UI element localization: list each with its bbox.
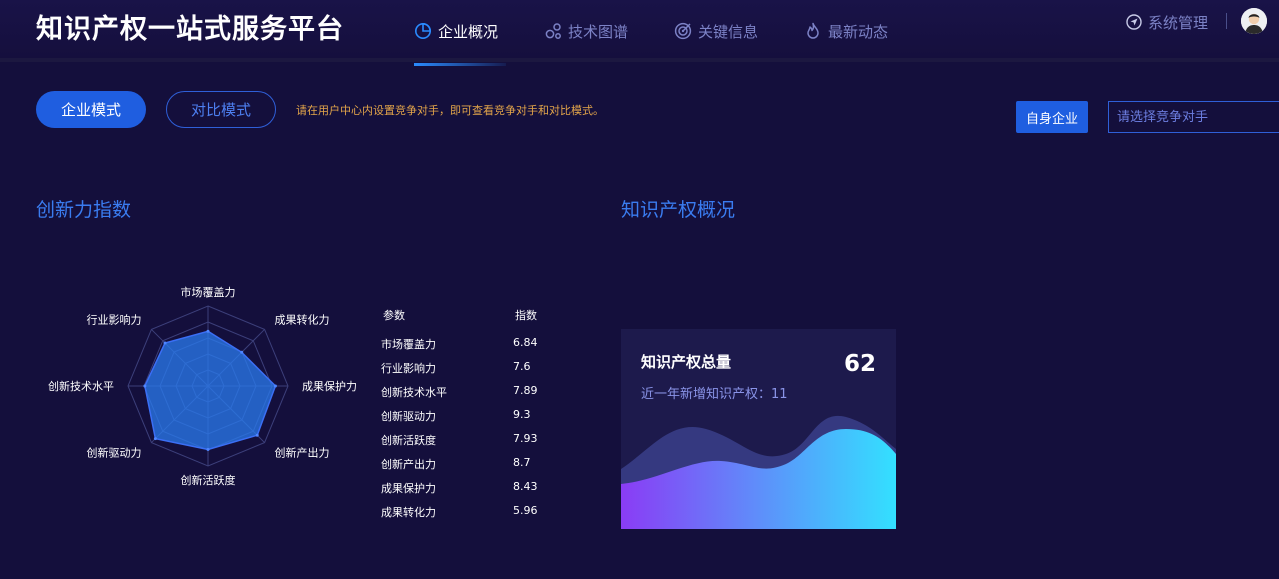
table-row: 创新活跃度 7.93	[380, 432, 580, 447]
table-row: 成果转化力 5.96	[380, 504, 580, 519]
navigation-arrow-icon	[1126, 14, 1142, 30]
param-name: 创新产出力	[381, 458, 436, 471]
nav-tab-latest-news[interactable]: 最新动态	[804, 0, 888, 62]
radar-data-point	[206, 329, 210, 333]
radar-axis-label: 行业影响力	[87, 314, 142, 327]
nav-tab-key-info[interactable]: 关键信息	[674, 0, 758, 62]
self-enterprise-button[interactable]: 自身企业	[1016, 101, 1088, 133]
user-avatar-icon	[1241, 8, 1267, 34]
radar-data-point	[143, 384, 147, 388]
param-value: 6.84	[513, 336, 538, 349]
table-row: 成果保护力 8.43	[380, 480, 580, 495]
radar-data-point	[206, 447, 210, 451]
radar-data-point	[163, 341, 167, 345]
radar-axis-label: 成果转化力	[274, 313, 329, 327]
ip-wave-decoration	[621, 415, 896, 529]
radar-data-point	[255, 433, 259, 437]
ip-total-value: 62	[843, 351, 876, 377]
ip-total-card: 知识产权总量 62 近一年新增知识产权：11	[621, 329, 896, 529]
param-name: 创新驱动力	[381, 410, 436, 423]
main-nav: 企业概况 技术图谱 关键信息 最新动态	[414, 0, 934, 66]
pie-chart-icon	[415, 22, 432, 39]
param-value: 7.93	[513, 432, 538, 445]
table-header-row: 参数 指数	[380, 307, 580, 322]
nav-tab-label: 最新动态	[828, 22, 889, 41]
param-value: 7.89	[513, 384, 538, 397]
flame-icon	[807, 22, 819, 39]
param-name: 创新活跃度	[381, 434, 436, 447]
compare-mode-button[interactable]: 对比模式	[166, 91, 276, 128]
param-value: 5.96	[513, 504, 538, 517]
ip-new-last-year: 近一年新增知识产权：11	[641, 383, 788, 402]
table-row: 创新技术水平 7.89	[380, 384, 580, 399]
radar-data-point	[273, 384, 277, 388]
enterprise-mode-button[interactable]: 企业模式	[36, 91, 146, 128]
graph-nodes-icon	[545, 23, 561, 39]
nav-tab-label: 企业概况	[438, 22, 499, 41]
header-divider	[1226, 13, 1227, 29]
param-name: 成果转化力	[381, 506, 436, 519]
param-name: 市场覆盖力	[381, 338, 436, 351]
ip-total-label: 知识产权总量	[641, 353, 732, 371]
radar-data-point	[240, 350, 244, 354]
param-value: 9.3	[513, 408, 531, 421]
target-icon	[674, 22, 692, 40]
param-value: 8.43	[513, 480, 538, 493]
param-name: 创新技术水平	[381, 386, 447, 399]
innovation-index-title: 创新力指数	[36, 199, 132, 221]
ip-overview-title: 知识产权概况	[621, 199, 736, 221]
param-value: 7.6	[513, 360, 531, 373]
table-header-param: 参数	[383, 309, 405, 322]
radar-axis-label: 市场覆盖力	[181, 285, 236, 299]
ip-new-label: 近一年新增知识产权：	[641, 387, 772, 402]
radar-series-area	[144, 330, 277, 451]
param-name: 行业影响力	[381, 362, 436, 375]
radar-axis-label: 成果保护力	[302, 379, 357, 393]
table-row: 行业影响力 7.6	[380, 360, 580, 375]
competitor-select-input[interactable]	[1108, 101, 1279, 133]
table-row: 创新产出力 8.7	[380, 456, 580, 471]
system-management-label: 系统管理	[1148, 13, 1209, 32]
radar-data-point	[153, 437, 157, 441]
innovation-radar-chart: 市场覆盖力成果转化力成果保护力创新产出力创新活跃度 创新驱动力 创新技术水平 行业影响…	[48, 285, 357, 487]
brand-title: 知识产权一站式服务平台	[36, 14, 344, 45]
nav-tab-enterprise-overview[interactable]: 企业概况	[414, 0, 507, 66]
nav-tab-label: 关键信息	[698, 22, 759, 41]
radar-axis-label: 创新技术水平	[48, 379, 114, 393]
system-management-link[interactable]: 系统管理	[1126, 12, 1208, 32]
competitor-hint-text: 请在用户中心内设置竞争对手，即可查看竞争对手和对比模式。	[296, 104, 604, 117]
table-row: 市场覆盖力 6.84	[380, 336, 580, 351]
radar-axis-label: 创新活跃度	[181, 473, 236, 487]
table-row: 创新驱动力 9.3	[380, 408, 580, 423]
nav-tab-tech-map[interactable]: 技术图谱	[544, 0, 628, 62]
top-bar: 知识产权一站式服务平台 企业概况 技术图谱 关键信息 最新动态 系统管理	[0, 0, 1279, 66]
ip-new-value: 11	[771, 387, 788, 402]
radar-axis-label: 创新驱动力	[87, 445, 142, 459]
param-name: 成果保护力	[381, 482, 436, 495]
user-avatar[interactable]	[1241, 8, 1267, 34]
radar-axis-label: 创新产出力	[274, 445, 329, 459]
table-header-index: 指数	[515, 309, 537, 322]
param-value: 8.7	[513, 456, 531, 469]
nav-tab-label: 技术图谱	[568, 22, 629, 41]
